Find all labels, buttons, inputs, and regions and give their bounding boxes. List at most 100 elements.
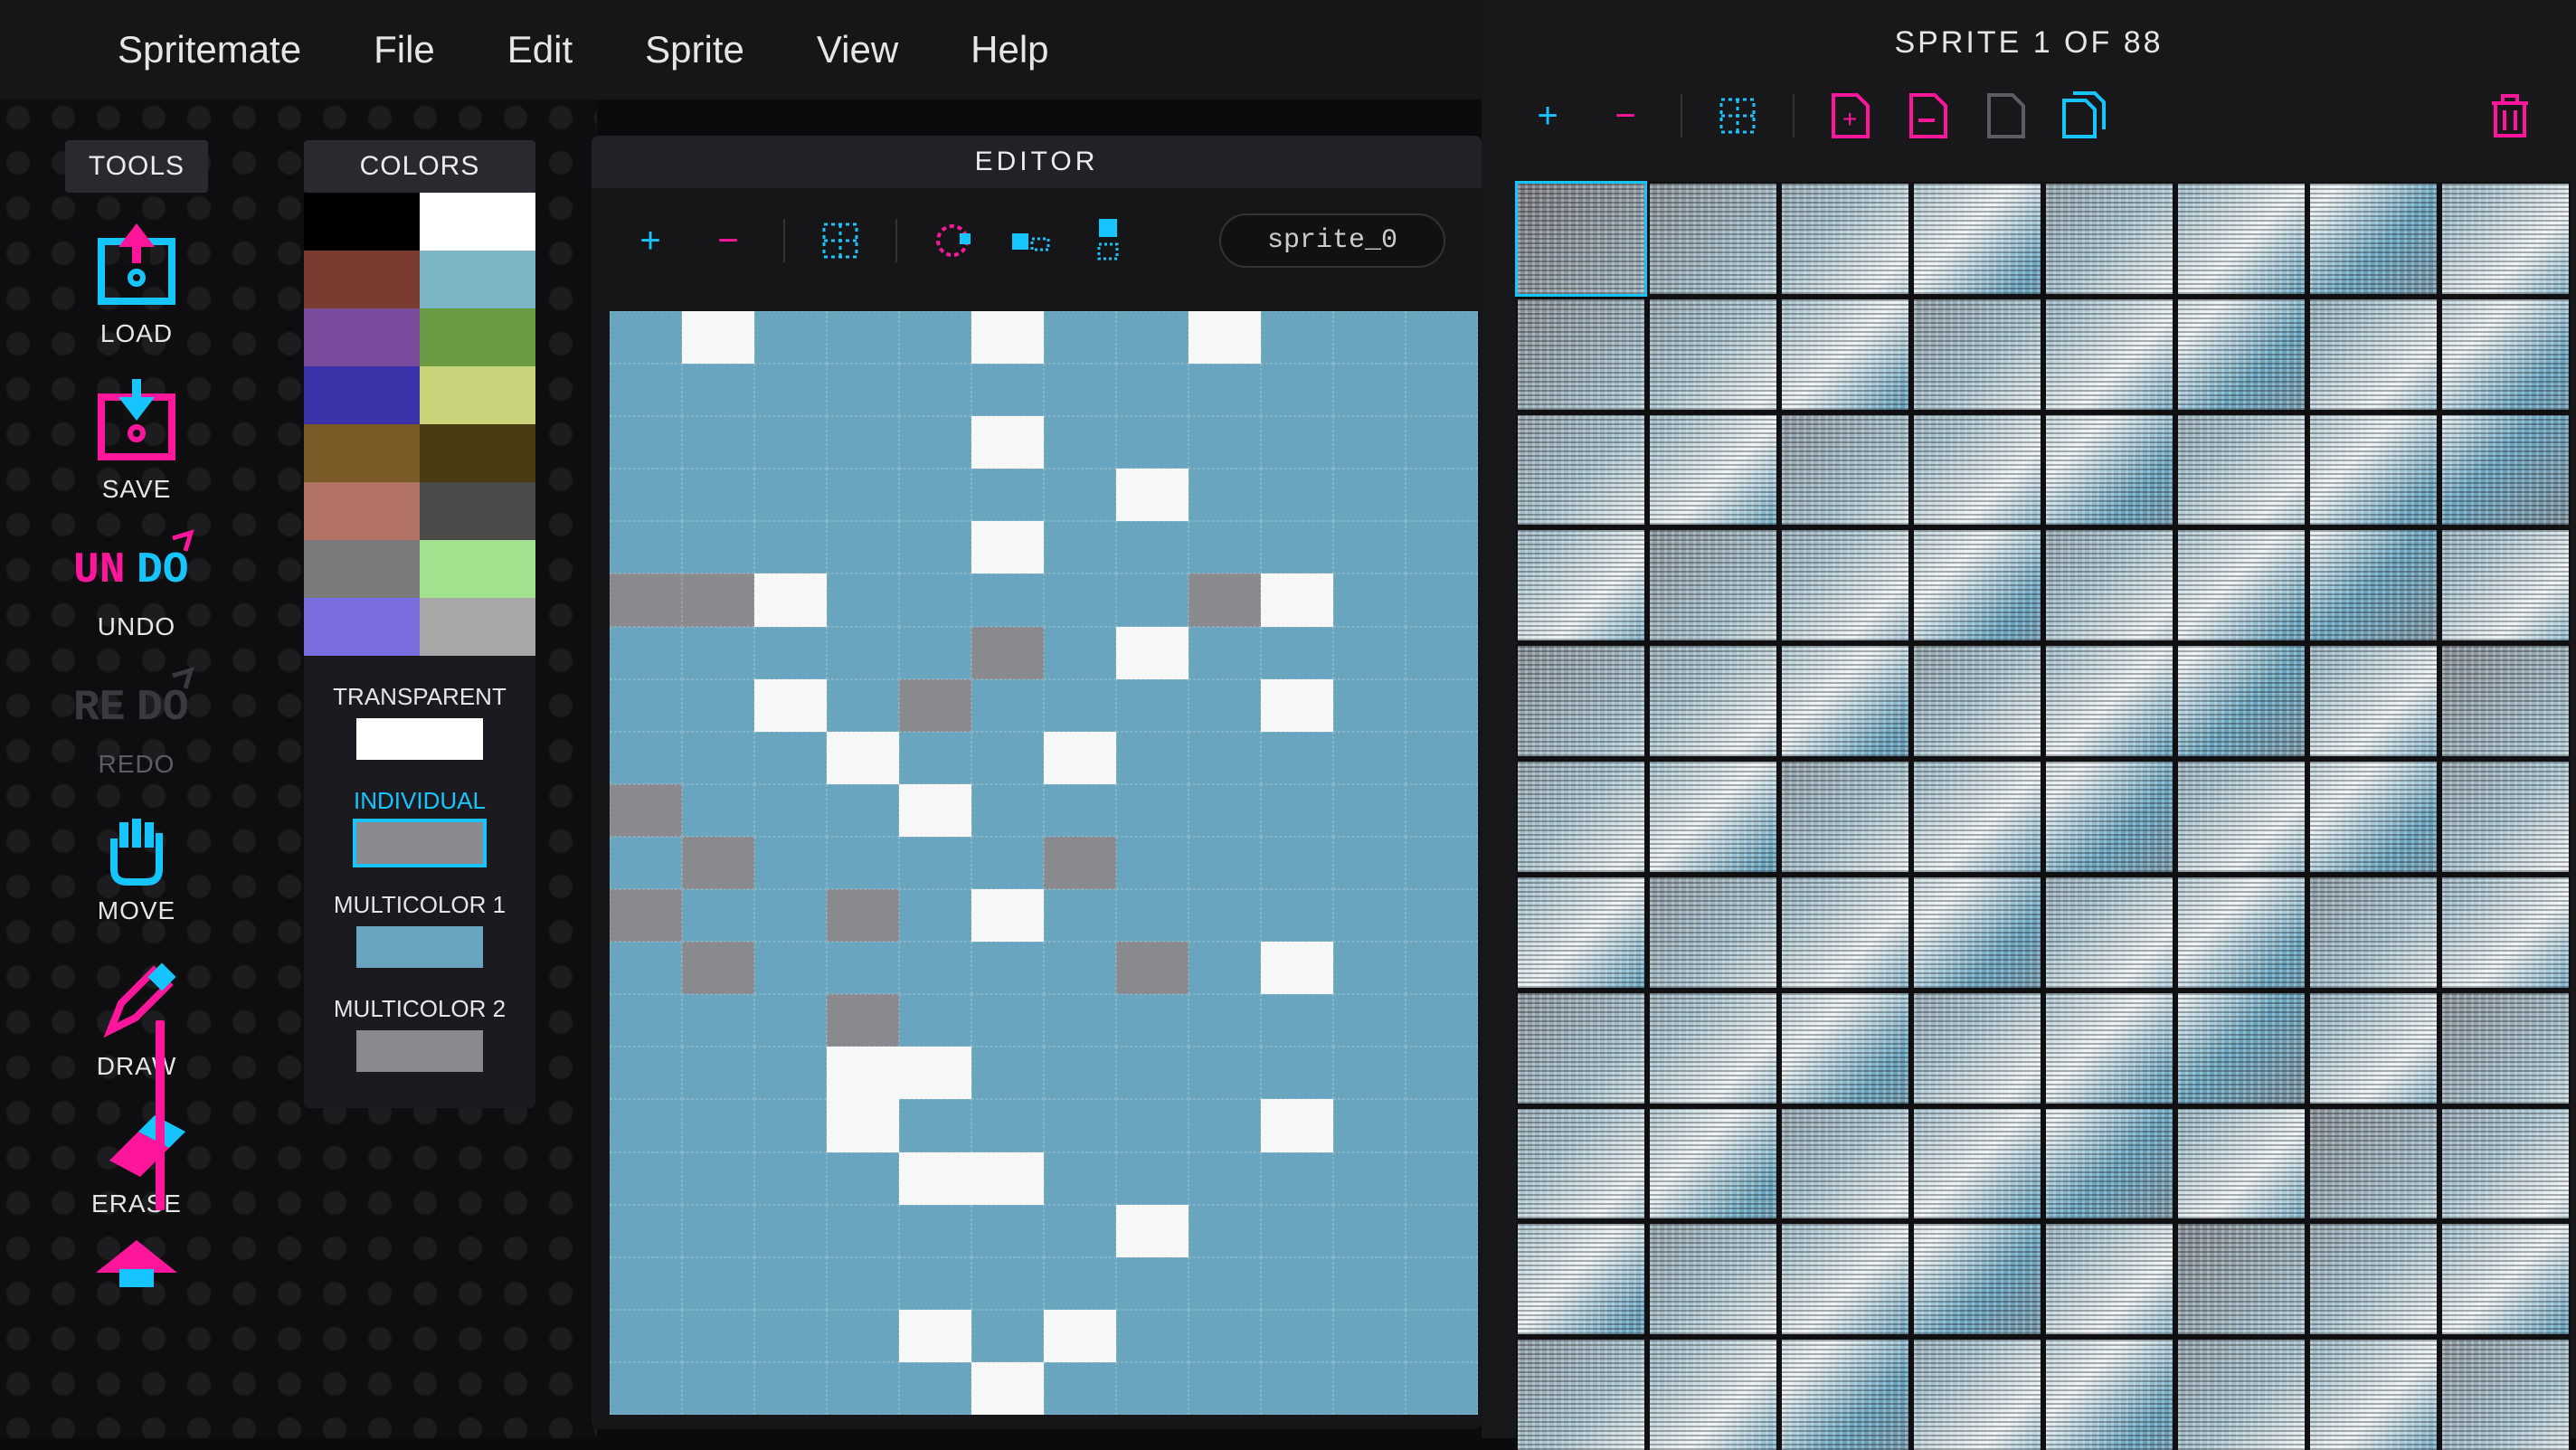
pixel[interactable] [1116, 1099, 1189, 1151]
tool-move[interactable]: MOVE [65, 806, 208, 925]
sprite-tile[interactable] [1518, 1340, 1644, 1450]
pixel[interactable] [610, 311, 682, 364]
pixel[interactable] [899, 837, 971, 889]
pixel[interactable] [1261, 521, 1333, 573]
pixel[interactable] [899, 364, 971, 416]
pixel[interactable] [754, 521, 827, 573]
pixel[interactable] [754, 311, 827, 364]
pixel[interactable] [610, 627, 682, 679]
pixel[interactable] [1261, 837, 1333, 889]
pixel[interactable] [1189, 837, 1261, 889]
sprite-tile[interactable] [1650, 415, 1776, 526]
sprite-tile[interactable] [1914, 415, 2041, 526]
sprite-tile[interactable] [2310, 762, 2437, 872]
pixel[interactable] [827, 784, 899, 837]
pixel[interactable] [899, 1047, 971, 1099]
pixel[interactable] [682, 1362, 754, 1415]
sprite-tile[interactable] [1782, 877, 1908, 988]
pixel[interactable] [899, 732, 971, 784]
sprite-tile[interactable] [2178, 646, 2305, 756]
pixel[interactable] [899, 1310, 971, 1362]
zoom-out-button[interactable]: − [706, 218, 751, 263]
sprite-tile[interactable] [2178, 184, 2305, 294]
pixel[interactable] [1189, 311, 1261, 364]
grid-toggle-button[interactable] [818, 218, 863, 263]
pixel[interactable] [827, 627, 899, 679]
pixel[interactable] [1044, 521, 1116, 573]
pixel[interactable] [1189, 889, 1261, 942]
pixel[interactable] [610, 1257, 682, 1310]
pixel[interactable] [1333, 1099, 1406, 1151]
flip-button[interactable] [1085, 218, 1131, 263]
pixel[interactable] [1333, 1257, 1406, 1310]
sprite-tile[interactable] [1650, 530, 1776, 640]
pixel[interactable] [971, 311, 1044, 364]
pixel[interactable] [610, 521, 682, 573]
pixel[interactable] [1116, 889, 1189, 942]
pixel[interactable] [1261, 1205, 1333, 1257]
pixel[interactable] [682, 1310, 754, 1362]
sprite-tile[interactable] [1518, 993, 1644, 1104]
pixel[interactable] [1116, 1310, 1189, 1362]
pixel[interactable] [754, 469, 827, 521]
pixel[interactable] [1044, 573, 1116, 626]
pixel[interactable] [1406, 942, 1478, 994]
tool-fill[interactable] [65, 1237, 208, 1291]
pixel[interactable] [827, 679, 899, 732]
pixel[interactable] [610, 573, 682, 626]
sprite-tile[interactable] [2310, 646, 2437, 756]
pixel[interactable] [754, 679, 827, 732]
pixel[interactable] [682, 889, 754, 942]
pixel[interactable] [1261, 469, 1333, 521]
pixel[interactable] [1189, 1205, 1261, 1257]
sprite-tile[interactable] [1518, 877, 1644, 988]
pixel[interactable] [1406, 364, 1478, 416]
pixel[interactable] [1044, 1047, 1116, 1099]
pixel[interactable] [1044, 679, 1116, 732]
sprite-tile[interactable] [1782, 1109, 1908, 1219]
pixel[interactable] [1406, 1205, 1478, 1257]
pixel[interactable] [971, 573, 1044, 626]
pixel[interactable] [1189, 416, 1261, 469]
pixel[interactable] [1116, 364, 1189, 416]
sprite-tile[interactable] [1914, 1340, 2041, 1450]
pixel[interactable] [754, 627, 827, 679]
pixel[interactable] [827, 469, 899, 521]
palette-color-11[interactable] [420, 482, 535, 540]
pixel[interactable] [1116, 837, 1189, 889]
sprite-name-input[interactable]: sprite_0 [1219, 213, 1445, 268]
pixel[interactable] [827, 837, 899, 889]
pixel[interactable] [1261, 889, 1333, 942]
pixel[interactable] [754, 1152, 827, 1205]
pixel[interactable] [1044, 837, 1116, 889]
pixel[interactable] [1406, 1099, 1478, 1151]
pixel[interactable] [1333, 521, 1406, 573]
pixel[interactable] [610, 1310, 682, 1362]
sprite-tile[interactable] [2178, 530, 2305, 640]
sprite-tile[interactable] [1518, 530, 1644, 640]
pixel[interactable] [1044, 732, 1116, 784]
pixel[interactable] [827, 942, 899, 994]
shift-right-button[interactable] [1008, 218, 1053, 263]
sprite-tile[interactable] [2046, 415, 2173, 526]
pixel[interactable] [1189, 1310, 1261, 1362]
sprite-tile[interactable] [2310, 993, 2437, 1104]
sprite-tile[interactable] [1650, 646, 1776, 756]
pixel[interactable] [754, 784, 827, 837]
sprite-tile[interactable] [2046, 530, 2173, 640]
sprite-tile[interactable] [1914, 993, 2041, 1104]
pixel[interactable] [1044, 1152, 1116, 1205]
pixel[interactable] [971, 1257, 1044, 1310]
pixel[interactable] [1189, 1099, 1261, 1151]
palette-color-3[interactable] [420, 251, 535, 308]
pixel[interactable] [1333, 732, 1406, 784]
pixel[interactable] [1406, 679, 1478, 732]
duplicate-sprite-button[interactable] [2060, 93, 2106, 138]
palette-color-13[interactable] [420, 540, 535, 598]
pixel[interactable] [1116, 573, 1189, 626]
pixel[interactable] [610, 1047, 682, 1099]
sprite-tile[interactable] [2310, 1224, 2437, 1334]
pixel[interactable] [682, 627, 754, 679]
palette-color-2[interactable] [304, 251, 420, 308]
pixel[interactable] [1333, 573, 1406, 626]
